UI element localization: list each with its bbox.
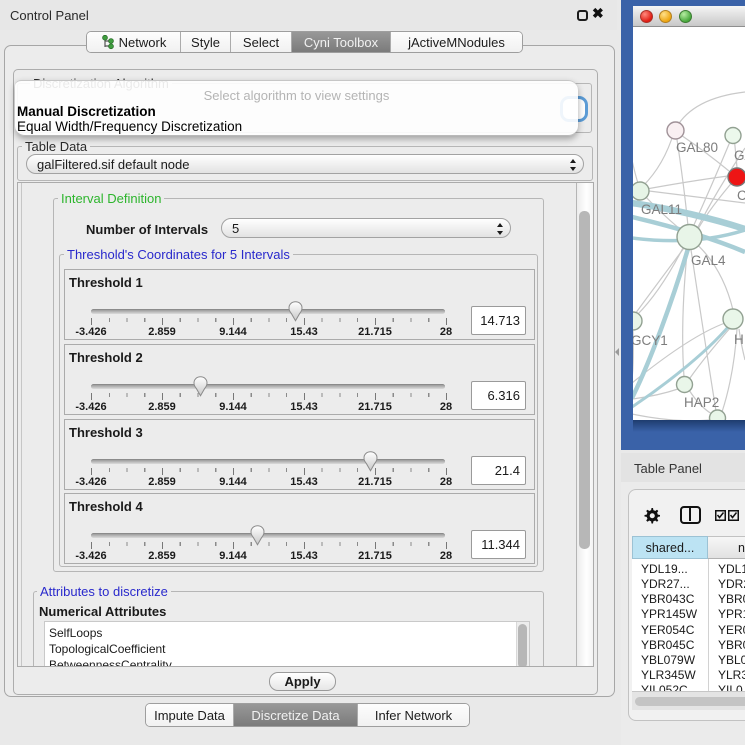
- svg-text:GAL11: GAL11: [641, 202, 682, 217]
- svg-text:H: H: [734, 332, 744, 347]
- svg-text:GA: GA: [734, 148, 745, 163]
- svg-text:C: C: [737, 188, 745, 203]
- svg-text:HAP2: HAP2: [684, 395, 719, 410]
- svg-text:GCY1: GCY1: [633, 333, 668, 348]
- svg-text:GAL80: GAL80: [676, 140, 718, 155]
- svg-text:GAL4: GAL4: [691, 253, 726, 268]
